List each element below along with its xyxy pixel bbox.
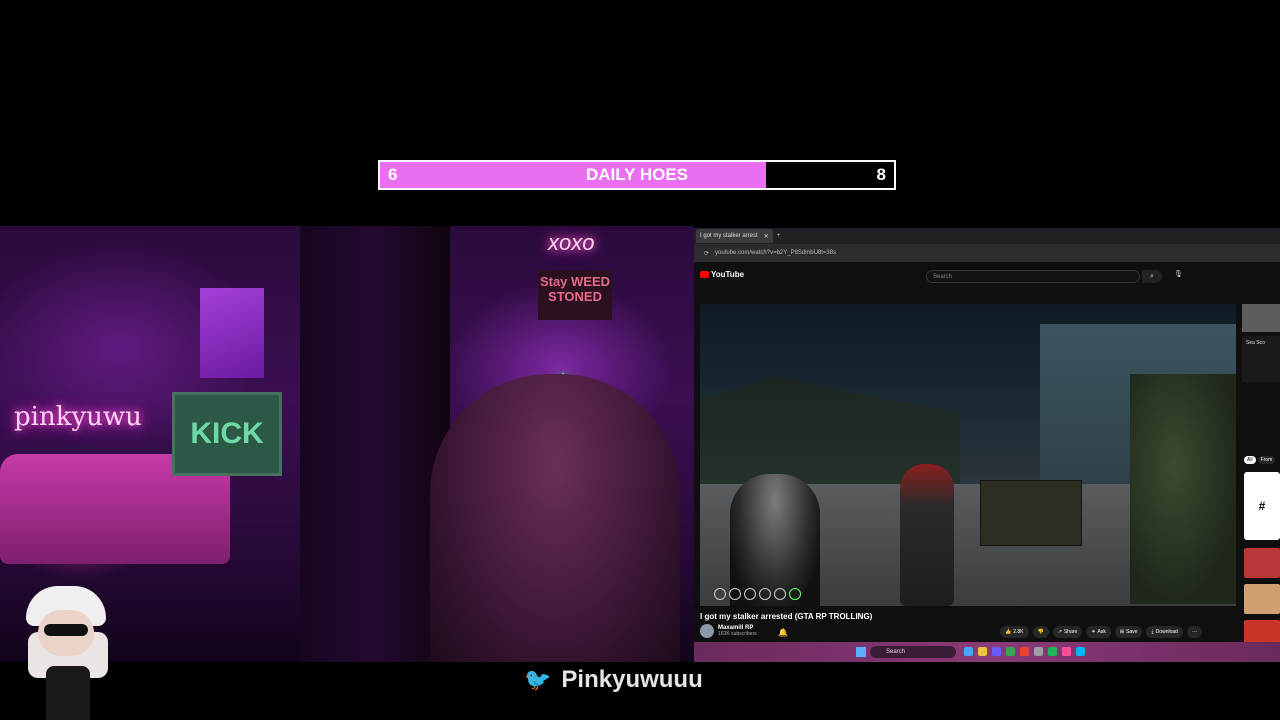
video-scene-bush: [1130, 374, 1236, 604]
youtube-header: YouTube Search ⌕ 🎙: [694, 262, 1280, 288]
game-hud-icons: [714, 588, 801, 600]
more-icon: ···: [1191, 629, 1197, 635]
youtube-logo[interactable]: YouTube: [700, 270, 744, 279]
browser-tab[interactable]: I got my stalker arrest ✕: [696, 229, 773, 243]
hud-icon: [714, 588, 726, 600]
video-title: I got my stalker arrested (GTA RP TROLLI…: [700, 612, 873, 621]
avatar-mask: [44, 624, 88, 636]
save-icon: ⊞: [1119, 629, 1125, 635]
download-icon: ⤓: [1151, 629, 1154, 635]
taskbar-search[interactable]: Search: [870, 646, 956, 658]
windows-taskbar: Search: [694, 642, 1280, 662]
app-icon[interactable]: [992, 647, 1001, 656]
close-tab-icon[interactable]: ✕: [764, 233, 769, 240]
chip-all[interactable]: All: [1244, 456, 1256, 464]
dislike-button[interactable]: 👎: [1032, 626, 1049, 638]
chip-from[interactable]: From: [1257, 456, 1276, 464]
video-player[interactable]: [700, 304, 1236, 606]
share-button[interactable]: ↗ Share: [1052, 626, 1083, 638]
daily-goal-bar: 6 DAILY HOES 8: [378, 160, 896, 190]
youtube-play-icon: [700, 271, 709, 278]
app-icon[interactable]: [1006, 647, 1015, 656]
save-button[interactable]: ⊞ Save: [1114, 626, 1143, 638]
youtube-search-input[interactable]: Search: [926, 270, 1140, 283]
goal-max: 8: [876, 165, 886, 184]
wall-sign-stoned: Stay WEED STONED: [538, 270, 612, 320]
subscriber-count: 163K subscribers: [718, 631, 757, 637]
tab-title: I got my stalker arrest: [700, 233, 758, 239]
like-icon: 👍: [1005, 629, 1012, 635]
goal-title: DAILY HOES: [585, 165, 689, 184]
bell-icon[interactable]: 🔔: [778, 628, 788, 637]
neon-sign-pinky: pinkyuwu: [14, 402, 142, 432]
twitter-handle: 🐦 Pinkyuwuuu: [524, 666, 703, 694]
youtube-logo-text: YouTube: [711, 270, 745, 279]
recommended-video[interactable]: [1244, 584, 1280, 614]
taskbar-apps: [964, 647, 1085, 656]
twitter-icon: 🐦: [524, 667, 552, 692]
channel-avatar[interactable]: [700, 624, 714, 638]
app-icon[interactable]: [1034, 647, 1043, 656]
share-icon: ↗: [1057, 629, 1062, 635]
video-scene-dumpster: [980, 480, 1082, 546]
app-icon[interactable]: [978, 647, 987, 656]
app-icon[interactable]: [1062, 647, 1071, 656]
more-button[interactable]: ···: [1186, 626, 1202, 638]
neon-sign-xoxo: xoxo: [548, 230, 595, 255]
windows-start-icon[interactable]: [856, 647, 866, 657]
game-character-police: [730, 474, 820, 606]
microphone-icon[interactable]: 🎙: [1174, 270, 1183, 278]
recommendations-sidebar: Sea Sco All From #: [1242, 304, 1280, 650]
ask-button[interactable]: ✦ Ask: [1086, 626, 1111, 638]
sidebar-ad[interactable]: #: [1244, 472, 1280, 540]
browser-window: I got my stalker arrest ✕ + ⟳ youtube.co…: [694, 228, 1280, 660]
app-icon[interactable]: [964, 647, 973, 656]
twitter-handle-text: Pinkyuwuuu: [561, 666, 703, 693]
streamer: [430, 374, 680, 662]
hud-icon: [759, 588, 771, 600]
sidebar-card[interactable]: Sea Sco: [1242, 336, 1280, 382]
dislike-icon: 👎: [1037, 629, 1044, 635]
hud-icon: [744, 588, 756, 600]
hud-icon: [729, 588, 741, 600]
sidebar-thumbnail[interactable]: [1242, 304, 1280, 332]
like-button[interactable]: 👍 2.8K: [1000, 626, 1029, 638]
ask-icon: ✦: [1091, 629, 1096, 635]
app-icon[interactable]: [1048, 647, 1057, 656]
address-bar[interactable]: ⟳ youtube.com/watch?v=b2Y_P8SdmbU8t=38s: [694, 244, 1280, 262]
new-tab-icon[interactable]: +: [777, 233, 781, 239]
hud-icon: [774, 588, 786, 600]
streamer-avatar: [20, 586, 116, 720]
download-button[interactable]: ⤓ Download: [1146, 626, 1183, 638]
recommended-video[interactable]: [1244, 548, 1280, 578]
reload-icon[interactable]: ⟳: [704, 250, 709, 257]
hud-icon: [789, 588, 801, 600]
game-character-redhair: [900, 464, 954, 606]
url-text: youtube.com/watch?v=b2Y_P8SdmbU8t=38s: [715, 250, 837, 256]
kick-sign: KICK: [172, 392, 282, 476]
search-icon[interactable]: ⌕: [1142, 270, 1162, 283]
curtain: [300, 226, 450, 662]
channel-info[interactable]: Maxamill RP 163K subscribers: [700, 624, 757, 638]
video-actions: 👍 2.8K 👎 ↗ Share ✦ Ask ⊞ Save ⤓ Download ···: [1000, 626, 1202, 638]
tab-bar: I got my stalker arrest ✕ +: [694, 228, 1280, 244]
filter-chips: All From: [1244, 456, 1276, 464]
app-icon[interactable]: [1020, 647, 1029, 656]
wall-mirror: [200, 288, 264, 378]
avatar-body: [46, 666, 90, 720]
app-icon[interactable]: [1076, 647, 1085, 656]
